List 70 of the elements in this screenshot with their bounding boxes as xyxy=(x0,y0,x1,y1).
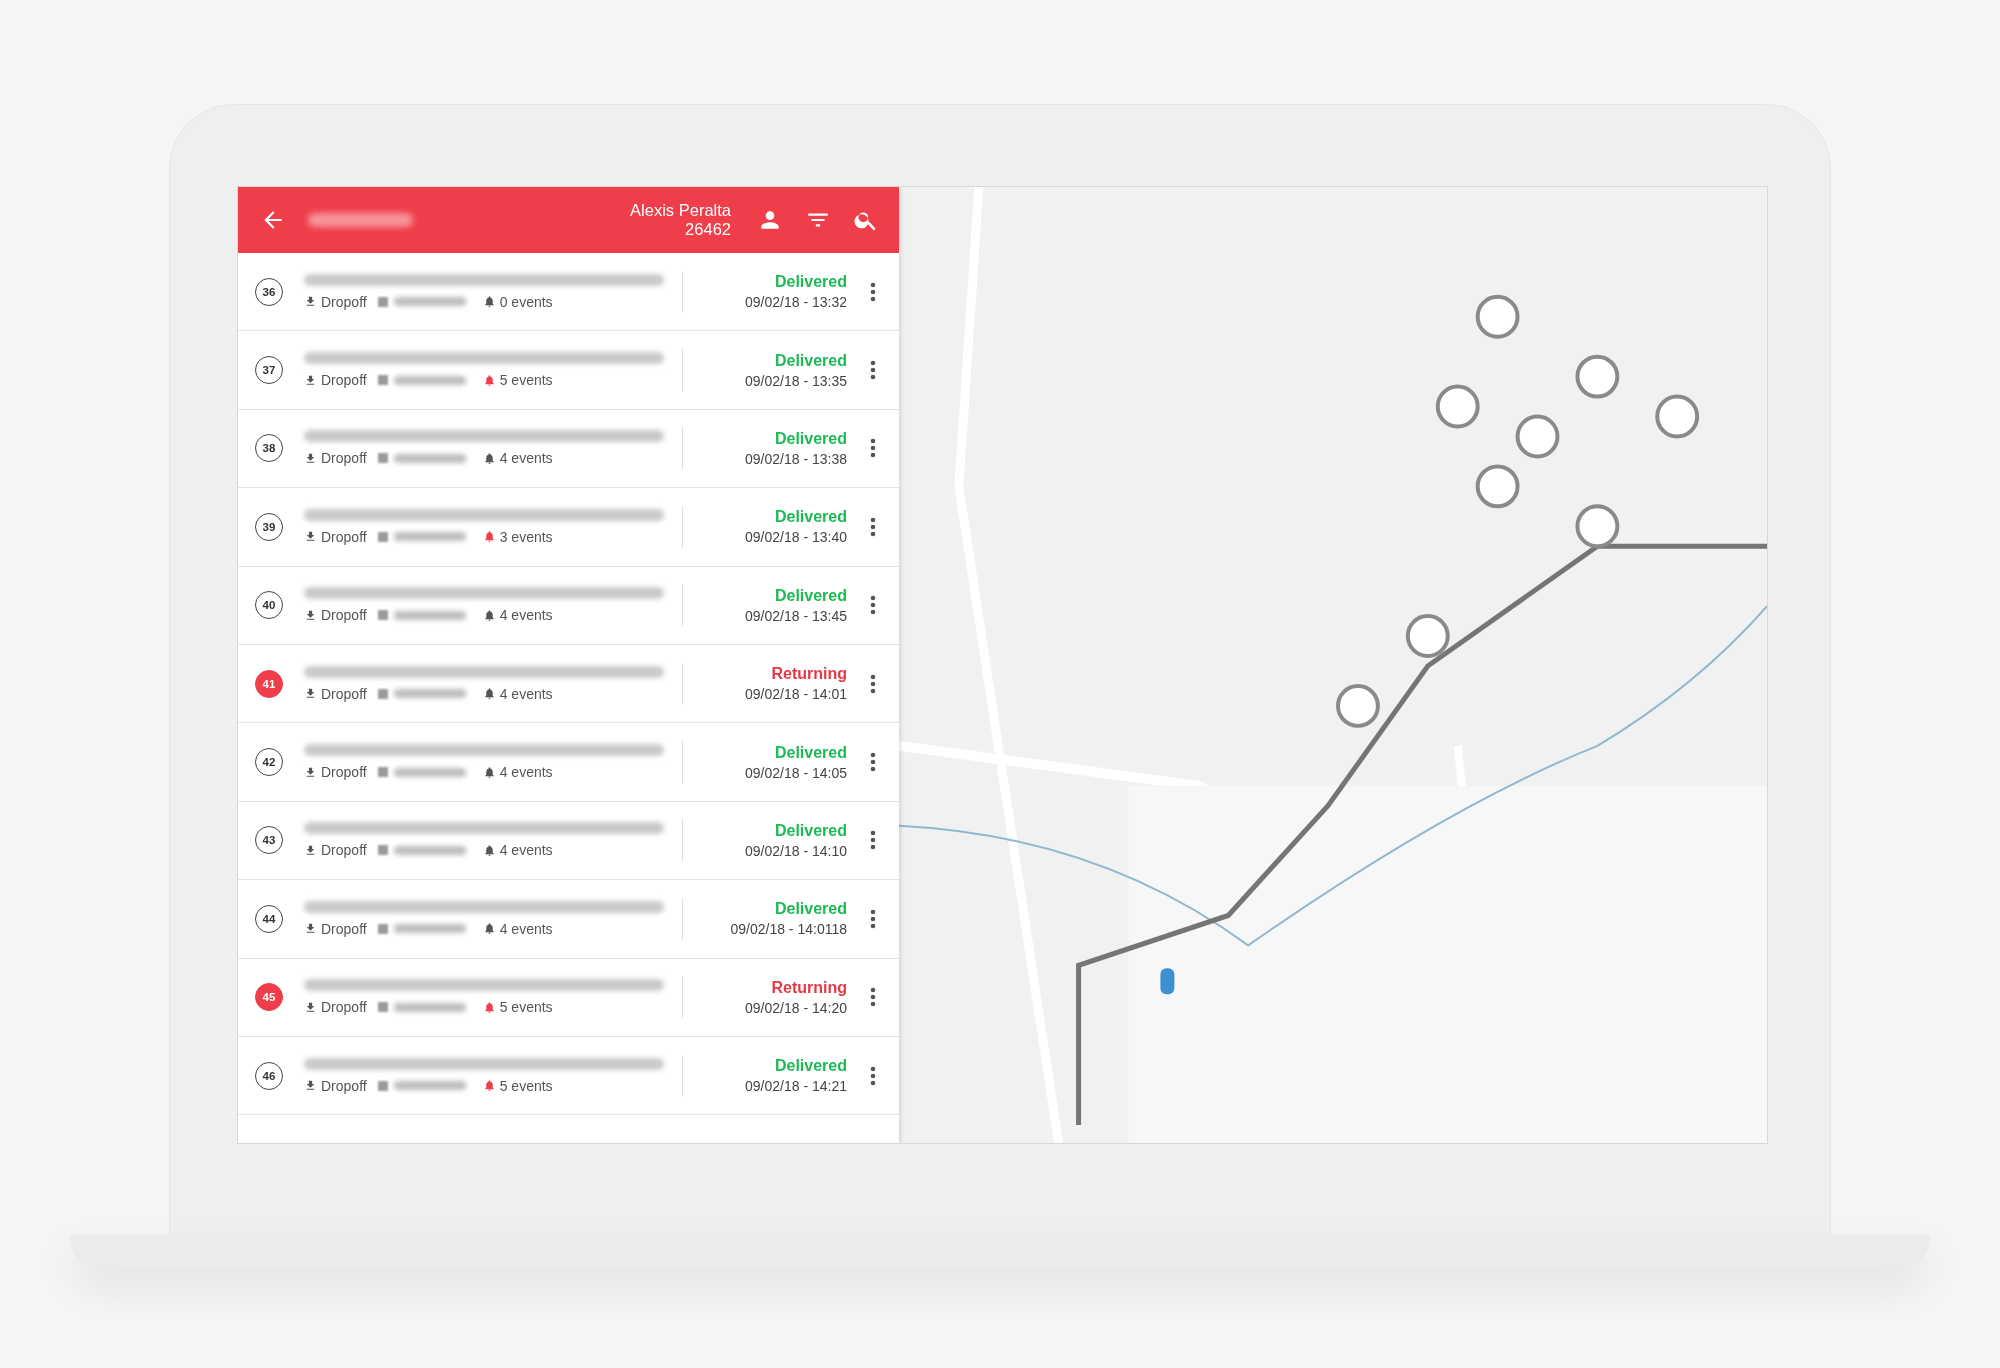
stop-type: Dropoff xyxy=(321,372,367,389)
delivery-time: 09/02/18 - 13:40 xyxy=(745,529,847,546)
delivery-status: Delivered xyxy=(774,821,847,840)
redacted-icon xyxy=(377,1002,388,1013)
delivery-time: 09/02/18 - 14:10 xyxy=(745,842,847,859)
download-icon xyxy=(304,765,317,779)
redacted-icon xyxy=(377,923,388,934)
redacted-icon xyxy=(377,531,388,542)
download-icon xyxy=(304,530,317,544)
redacted-icon xyxy=(377,688,388,699)
stop-number: 41 xyxy=(255,669,283,698)
download-icon xyxy=(304,373,317,387)
redacted-icon xyxy=(377,610,388,621)
event-count: 4 events xyxy=(499,764,553,781)
download-icon xyxy=(304,295,317,309)
delivery-time: 09/02/18 - 14:05 xyxy=(745,764,847,781)
event-count: 5 events xyxy=(499,999,553,1016)
driver-id: 26462 xyxy=(685,220,731,239)
event-count: 5 events xyxy=(499,372,553,389)
download-icon xyxy=(304,922,317,936)
delivery-status: Delivered xyxy=(774,586,847,605)
event-count: 3 events xyxy=(499,528,553,545)
delivery-status: Delivered xyxy=(774,273,847,292)
delivery-time: 09/02/18 - 14:20 xyxy=(745,999,847,1016)
delivery-status: Returning xyxy=(771,665,847,684)
redacted-icon xyxy=(377,767,388,778)
delivery-time: 09/02/18 - 14:21 xyxy=(745,1078,847,1095)
redacted-icon xyxy=(377,375,388,386)
stop-type: Dropoff xyxy=(321,293,367,310)
driver-name: Alexis Peralta xyxy=(630,201,731,220)
event-count: 4 events xyxy=(499,685,553,702)
redacted-icon xyxy=(377,845,388,856)
download-icon xyxy=(304,843,317,857)
delivery-time: 09/02/18 - 13:35 xyxy=(745,372,847,389)
stop-type: Dropoff xyxy=(321,685,367,702)
stop-type: Dropoff xyxy=(321,607,367,624)
delivery-status: Delivered xyxy=(774,1057,847,1076)
stop-type: Dropoff xyxy=(321,999,367,1016)
download-icon xyxy=(304,451,317,465)
redacted-icon xyxy=(377,296,388,307)
stop-type: Dropoff xyxy=(321,764,367,781)
event-count: 4 events xyxy=(499,607,553,624)
stop-type: Dropoff xyxy=(321,842,367,859)
redacted-icon xyxy=(377,1080,388,1091)
delivery-status: Delivered xyxy=(774,900,847,919)
delivery-status: Delivered xyxy=(774,508,847,527)
stop-type: Dropoff xyxy=(321,528,367,545)
delivery-time: 09/02/18 - 13:38 xyxy=(745,450,847,467)
download-icon xyxy=(304,1000,317,1014)
stop-type: Dropoff xyxy=(321,920,367,937)
event-count: 4 events xyxy=(499,842,553,859)
download-icon xyxy=(304,687,317,701)
delivery-status: Delivered xyxy=(774,429,847,448)
delivery-time: 09/02/18 - 13:32 xyxy=(745,294,847,311)
delivery-time: 09/02/18 - 14:01 xyxy=(745,686,847,703)
delivery-status: Delivered xyxy=(774,351,847,370)
download-icon xyxy=(304,1079,317,1093)
download-icon xyxy=(304,608,317,622)
event-count: 4 events xyxy=(499,450,553,467)
event-count: 0 events xyxy=(499,293,553,310)
stop-type: Dropoff xyxy=(321,1077,367,1094)
redacted-icon xyxy=(377,453,388,464)
event-count: 5 events xyxy=(499,1077,553,1094)
event-count: 4 events xyxy=(499,920,553,937)
delivery-status: Returning xyxy=(771,978,847,997)
delivery-status: Delivered xyxy=(774,743,847,762)
stop-number: 45 xyxy=(255,983,283,1012)
delivery-time: 09/02/18 - 14:0118 xyxy=(730,921,847,938)
stop-type: Dropoff xyxy=(321,450,367,467)
delivery-time: 09/02/18 - 13:45 xyxy=(745,607,847,624)
